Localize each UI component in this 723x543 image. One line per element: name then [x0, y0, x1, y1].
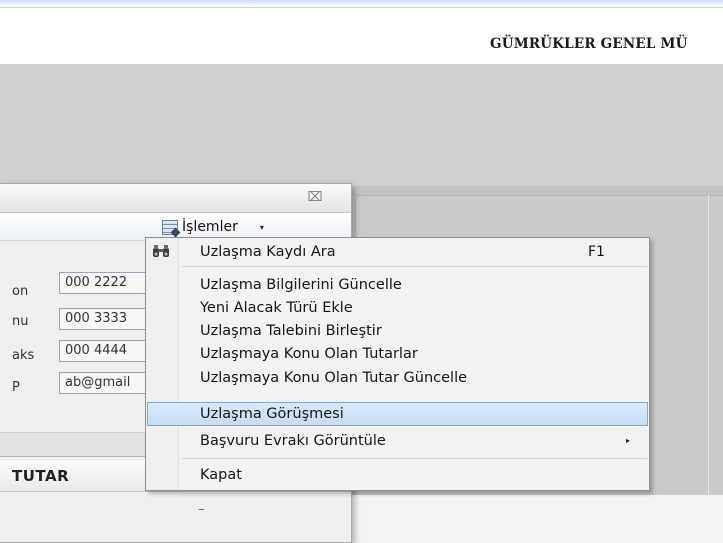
table-cell: – — [198, 502, 205, 517]
menu-item-label: Uzlaşmaya Konu Olan Tutar Güncelle — [200, 370, 468, 386]
menu-item-kapat[interactable]: Kapat — [148, 464, 647, 486]
islemler-dropdown-menu: Uzlaşma Kaydı Ara F1 Uzlaşma Bilgilerini… — [145, 237, 650, 491]
app-title: GÜMRÜKLER GENEL MÜ — [490, 36, 688, 52]
top-strip — [0, 0, 723, 8]
column-header-tutar: TUTAR — [12, 467, 70, 485]
menu-item-uzlasma-bilgilerini-guncelle[interactable]: Uzlaşma Bilgilerini Güncelle — [148, 274, 647, 296]
chevron-down-icon: ▾ — [259, 222, 264, 232]
workspace-upper-panel — [0, 64, 723, 186]
menu-item-basvuru-evraki-goruntule[interactable]: Başvuru Evrakı Görüntüle ▸ — [148, 430, 647, 452]
menu-item-uzlasma-gorusmesi[interactable]: Uzlaşma Görüşmesi — [147, 402, 648, 426]
menu-item-uzlasma-talebini-birlestir[interactable]: Uzlaşma Talebini Birleştir — [148, 320, 647, 342]
menu-separator — [182, 266, 647, 267]
menu-item-label: Uzlaşmaya Konu Olan Tutarlar — [200, 346, 418, 362]
dialog-titlebar: ⌧ — [0, 184, 351, 213]
menu-item-uzlasmaya-konu-olan-tutar-guncelle[interactable]: Uzlaşmaya Konu Olan Tutar Güncelle — [148, 367, 647, 389]
islemler-label: İşlemler — [182, 219, 238, 235]
shortcut-label: F1 — [588, 244, 605, 260]
menu-item-uzlasma-kaydi-ara[interactable]: Uzlaşma Kaydı Ara F1 — [148, 241, 647, 263]
table-edit-icon — [162, 219, 178, 235]
menu-item-label: Uzlaşma Görüşmesi — [200, 406, 344, 422]
menu-item-label: Uzlaşma Kaydı Ara — [200, 244, 336, 260]
menu-item-label: Yeni Alacak Türü Ekle — [200, 300, 353, 316]
email-field[interactable]: ab@gmail — [59, 372, 149, 394]
islemler-menu-button[interactable]: İşlemler ▾ — [162, 216, 347, 238]
menu-separator — [182, 458, 647, 459]
phone-field[interactable]: 000 2222 — [59, 272, 149, 294]
panel-divider — [708, 195, 709, 495]
fax-field[interactable]: 000 4444 — [59, 340, 149, 362]
menu-item-label: Uzlaşma Talebini Birleştir — [200, 323, 382, 339]
menu-item-label: Kapat — [200, 467, 242, 483]
submenu-arrow-icon: ▸ — [626, 436, 631, 445]
fax-label: aks — [12, 348, 35, 363]
phone-label: on — [12, 284, 29, 299]
menu-item-label: Uzlaşma Bilgilerini Güncelle — [200, 277, 402, 293]
email-label: P — [12, 380, 20, 395]
mobile-field[interactable]: 000 3333 — [59, 308, 149, 330]
close-icon[interactable]: ⌧ — [306, 189, 324, 207]
menu-item-label: Başvuru Evrakı Görüntüle — [200, 433, 386, 449]
mobile-label: nu — [12, 314, 29, 329]
menu-item-uzlasmaya-konu-olan-tutarlar[interactable]: Uzlaşmaya Konu Olan Tutarlar — [148, 343, 647, 365]
menu-item-yeni-alacak-turu-ekle[interactable]: Yeni Alacak Türü Ekle — [148, 297, 647, 319]
binoculars-icon — [153, 245, 169, 257]
